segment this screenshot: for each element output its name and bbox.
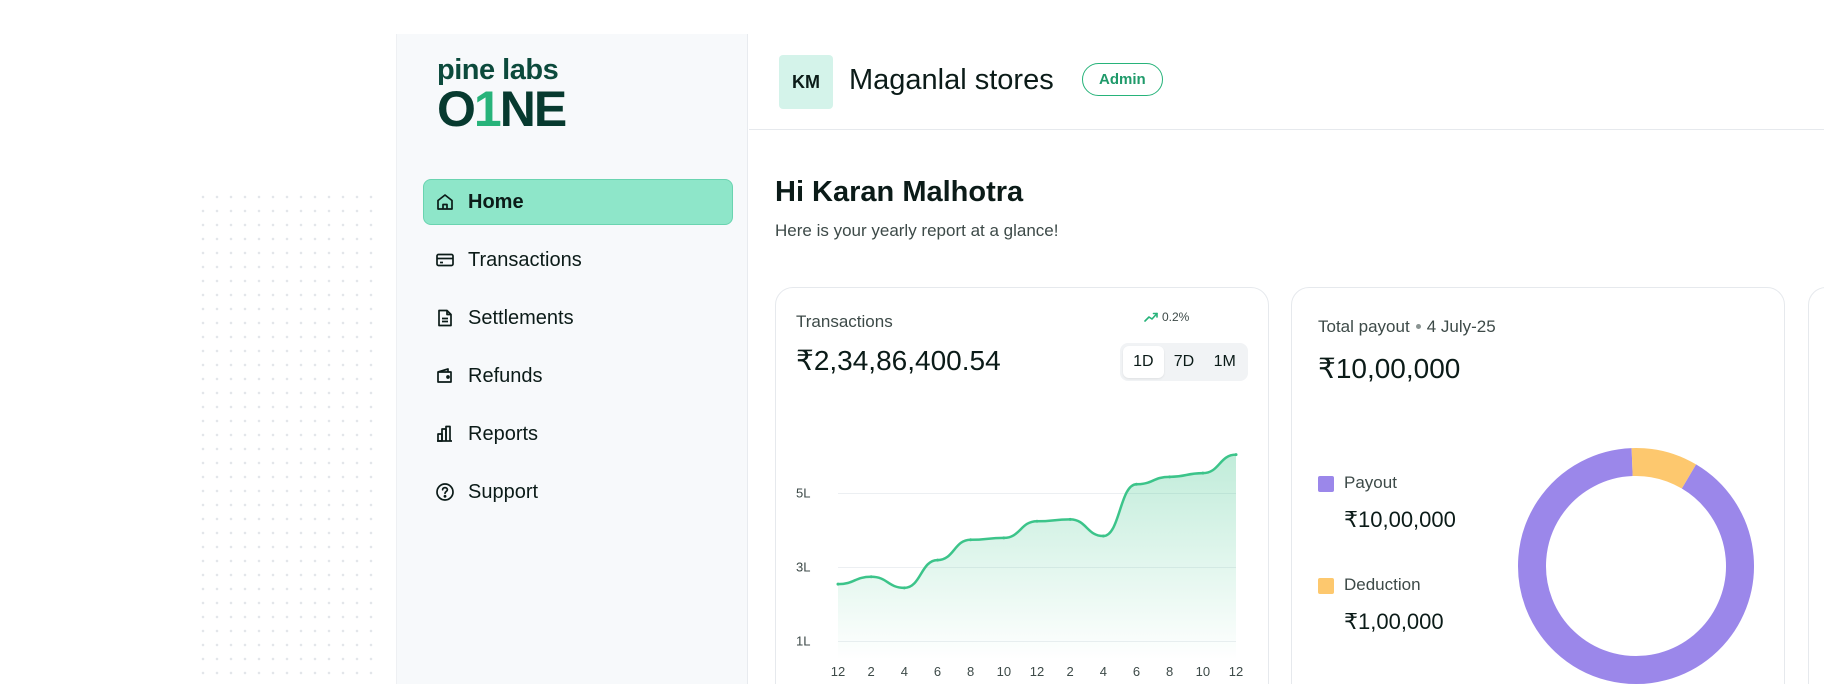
legend-swatch-deduction — [1318, 578, 1334, 594]
logo-letter-o: O — [437, 81, 476, 137]
sidebar-item-label: Reports — [468, 422, 539, 445]
wallet-icon — [434, 365, 456, 387]
help-icon — [434, 481, 456, 503]
logo-letters-ne: NE — [499, 81, 567, 137]
x-tick-label: 2 — [1067, 664, 1074, 679]
x-tick-label: 12 — [1229, 664, 1243, 679]
data-point — [1035, 519, 1039, 523]
data-point — [1168, 475, 1172, 479]
sidebar-item-label: Support — [468, 480, 539, 503]
area-fill — [838, 454, 1236, 660]
x-tick-label: 6 — [934, 664, 941, 679]
payout-title-text: Total payout — [1318, 317, 1410, 336]
legend-label: Payout — [1344, 473, 1397, 492]
y-tick-label: 1L — [796, 634, 810, 649]
separator-dot — [1415, 323, 1421, 329]
y-tick-label: 5L — [796, 486, 810, 501]
bar-chart-icon — [434, 423, 456, 445]
x-tick-label: 10 — [997, 664, 1011, 679]
home-icon — [434, 191, 456, 213]
sidebar-item-label: Home — [468, 190, 524, 213]
data-point — [1002, 536, 1006, 540]
sidebar-item-refunds[interactable]: Refunds — [423, 353, 733, 399]
sidebar-item-label: Refunds — [468, 364, 543, 387]
sidebar-item-support[interactable]: Support — [423, 469, 733, 515]
transactions-area-chart: 5L 3L 1L 12 2 4 6 8 10 12 2 4 6 8 10 12 — [796, 453, 1243, 679]
payout-card-title: Total payout 4 July-25 — [1318, 317, 1496, 337]
store-name: Maganlal stores — [849, 64, 1054, 96]
top-bar: KM Maganlal stores Admin — [749, 34, 1824, 130]
card-icon — [434, 249, 456, 271]
logo-one: O1NE — [437, 81, 567, 137]
data-point — [969, 538, 973, 542]
data-point — [1201, 471, 1205, 475]
page-title: Hi Karan Malhotra — [775, 176, 1024, 208]
page-subtitle: Here is your yearly report at a glance! — [775, 221, 1059, 240]
x-tick-label: 4 — [901, 664, 908, 679]
payout-amount: ₹10,00,000 — [1318, 353, 1461, 384]
next-card-partial — [1808, 287, 1824, 684]
x-tick-label: 4 — [1100, 664, 1107, 679]
data-point — [869, 575, 873, 579]
transactions-card: Transactions ₹2,34,86,400.54 0.2% 1D 7D … — [775, 287, 1269, 684]
data-point — [836, 582, 840, 586]
avatar[interactable]: KM — [779, 55, 833, 109]
x-tick-label: 10 — [1196, 664, 1210, 679]
x-tick-label: 2 — [868, 664, 875, 679]
sidebar-item-settlements[interactable]: Settlements — [423, 295, 733, 341]
legend-swatch-payout — [1318, 476, 1334, 492]
data-point — [1101, 534, 1105, 538]
payout-date: 4 July-25 — [1426, 317, 1496, 336]
sidebar-item-transactions[interactable]: Transactions — [423, 237, 733, 283]
background-dot-pattern — [196, 190, 376, 684]
donut-slice-deduction[interactable] — [1631, 448, 1697, 489]
data-point — [936, 558, 939, 562]
role-badge: Admin — [1082, 63, 1163, 96]
sidebar-item-label: Settlements — [468, 306, 574, 329]
sidebar: pine labs O1NE Home Transactions Settlem… — [396, 34, 748, 684]
data-point — [902, 586, 906, 590]
x-tick-label: 12 — [1030, 664, 1044, 679]
x-tick-label: 12 — [831, 664, 845, 679]
pine-labs-logo: pine labs O1NE — [437, 54, 587, 134]
x-tick-label: 6 — [1133, 664, 1140, 679]
y-tick-label: 3L — [796, 560, 810, 575]
document-icon — [434, 307, 456, 329]
legend-label: Deduction — [1344, 575, 1421, 594]
total-payout-card: Total payout 4 July-25 ₹10,00,000 Payout … — [1291, 287, 1785, 684]
x-tick-label: 8 — [1166, 664, 1173, 679]
legend-value: ₹1,00,000 — [1344, 609, 1444, 634]
payout-donut-chart — [1518, 448, 1754, 684]
sidebar-nav: Home Transactions Settlements Refunds Re… — [423, 179, 733, 527]
data-point — [1068, 517, 1072, 521]
donut-slice-payout[interactable] — [1518, 448, 1754, 684]
data-point — [1135, 482, 1138, 486]
sidebar-item-label: Transactions — [468, 248, 582, 271]
logo-digit-one: 1 — [473, 81, 502, 137]
sidebar-item-reports[interactable]: Reports — [423, 411, 733, 457]
sidebar-item-home[interactable]: Home — [423, 179, 733, 225]
x-tick-label: 8 — [967, 664, 974, 679]
data-point — [1234, 453, 1238, 457]
legend-value: ₹10,00,000 — [1344, 507, 1456, 532]
